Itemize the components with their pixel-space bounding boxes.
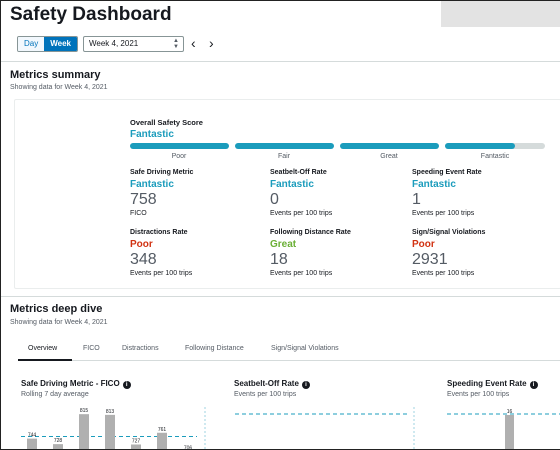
fico-chart-title-text: Safe Driving Metric - FICO — [21, 379, 120, 388]
day-button[interactable]: Day — [18, 37, 45, 51]
speeding-chart-title: Speeding Event Rate i — [447, 379, 538, 389]
metric-value: 758 — [130, 191, 157, 208]
overall-score-label: Overall Safety Score — [130, 118, 203, 127]
metric-value: 348 — [130, 251, 157, 268]
stepper-icon[interactable]: ▲ ▼ — [173, 38, 179, 50]
bar-value-label: 761 — [158, 427, 167, 433]
overall-score-status: Fantastic — [130, 129, 174, 140]
summary-title: Metrics summary — [10, 69, 101, 81]
score-bar-fair — [235, 143, 334, 149]
divider — [1, 61, 560, 62]
bar-value-label: 706 — [184, 446, 193, 450]
metric-label: Following Distance Rate — [270, 229, 351, 236]
seatbelt-chart-title-text: Seatbelt-Off Rate — [234, 379, 299, 388]
chart-bar — [105, 414, 115, 449]
divider — [1, 296, 560, 297]
week-button[interactable]: Week — [44, 37, 77, 51]
fico-chart: 744 728 815 813 727 761 706 — [21, 407, 206, 450]
header-placeholder — [441, 1, 560, 27]
tab-distractions[interactable]: Distractions — [122, 345, 159, 352]
metric-unit: Events per 100 trips — [270, 270, 333, 277]
chart-bar — [505, 415, 514, 449]
metric-unit: Events per 100 trips — [270, 210, 333, 217]
week-selector[interactable]: Week 4, 2021 ▲ ▼ — [83, 36, 184, 52]
metric-status: Poor — [412, 239, 435, 250]
metric-label: Sign/Signal Violations — [412, 229, 486, 236]
score-bar-poor — [130, 143, 229, 149]
scale-label-poor: Poor — [171, 153, 187, 160]
summary-subtitle: Showing data for Week 4, 2021 — [10, 84, 108, 91]
metric-label: Safe Driving Metric — [130, 169, 194, 176]
bar-value-label: 727 — [132, 438, 141, 444]
score-bar-fill — [445, 143, 515, 149]
info-icon[interactable]: i — [122, 381, 131, 389]
info-icon[interactable]: i — [301, 381, 310, 389]
metric-status: Fantastic — [130, 179, 174, 190]
metric-status: Fantastic — [270, 179, 314, 190]
chevron-left-icon[interactable]: ‹ — [191, 34, 196, 52]
chart-bar — [53, 444, 63, 449]
metric-value: 1 — [412, 191, 421, 208]
metric-unit: Events per 100 trips — [412, 210, 475, 217]
chart-bar — [27, 438, 37, 449]
chart-bar — [131, 444, 141, 449]
chart-bar — [79, 414, 89, 449]
dashboard-frame: Safety Dashboard Day Week Week 4, 2021 ▲… — [0, 0, 560, 450]
scale-label-fair: Fair — [277, 153, 291, 160]
chart-bar — [157, 432, 167, 449]
seatbelt-chart-subtitle: Events per 100 trips — [234, 391, 297, 398]
week-value: Week 4, 2021 — [89, 39, 139, 48]
metric-value: 18 — [270, 251, 288, 268]
deep-dive-title: Metrics deep dive — [10, 303, 103, 315]
metric-status: Great — [270, 239, 297, 250]
metric-label: Distractions Rate — [130, 229, 188, 236]
metric-value: 0 — [270, 191, 279, 208]
speeding-chart-title-text: Speeding Event Rate — [447, 379, 527, 388]
deep-dive-subtitle: Showing data for Week 4, 2021 — [10, 319, 108, 326]
metric-label: Seatbelt-Off Rate — [270, 169, 327, 176]
scale-label-great: Great — [380, 153, 398, 160]
tab-following-distance[interactable]: Following Distance — [185, 345, 244, 352]
tab-sign-signal-violations[interactable]: Sign/Signal Violations — [271, 345, 339, 352]
metric-unit: FICO — [130, 210, 147, 217]
deep-dive-tabs: Overview FICO Distractions Following Dis… — [18, 339, 560, 361]
scale-label-fantastic: Fantastic — [480, 153, 510, 160]
tab-fico[interactable]: FICO — [83, 345, 100, 352]
speeding-chart-subtitle: Events per 100 trips — [447, 391, 510, 398]
seatbelt-chart — [235, 407, 415, 449]
speeding-chart: 16 — [447, 409, 560, 449]
metric-label: Speeding Event Rate — [412, 169, 482, 176]
score-bar-fantastic — [445, 143, 545, 149]
metric-status: Poor — [130, 239, 153, 250]
bar-value-label: 16 — [507, 409, 513, 415]
metric-value: 2931 — [412, 251, 448, 268]
info-icon[interactable]: i — [529, 381, 538, 389]
seatbelt-chart-title: Seatbelt-Off Rate i — [234, 379, 310, 389]
bar-value-label: 728 — [54, 438, 63, 444]
metric-unit: Events per 100 trips — [130, 270, 193, 277]
bar-value-label: 744 — [28, 433, 37, 439]
chevron-right-icon[interactable]: › — [209, 34, 214, 52]
tab-overview[interactable]: Overview — [28, 345, 57, 352]
fico-chart-subtitle: Rolling 7 day average — [21, 391, 89, 398]
metric-status: Fantastic — [412, 179, 456, 190]
score-bar-great — [340, 143, 439, 149]
fico-chart-title: Safe Driving Metric - FICO i — [21, 379, 131, 389]
metric-unit: Events per 100 trips — [412, 270, 475, 277]
active-tab-indicator — [18, 359, 72, 361]
bar-value-label: 813 — [106, 409, 115, 415]
bar-value-label: 815 — [80, 408, 89, 414]
period-toggle: Day Week — [17, 36, 78, 52]
page-title: Safety Dashboard — [10, 4, 172, 25]
